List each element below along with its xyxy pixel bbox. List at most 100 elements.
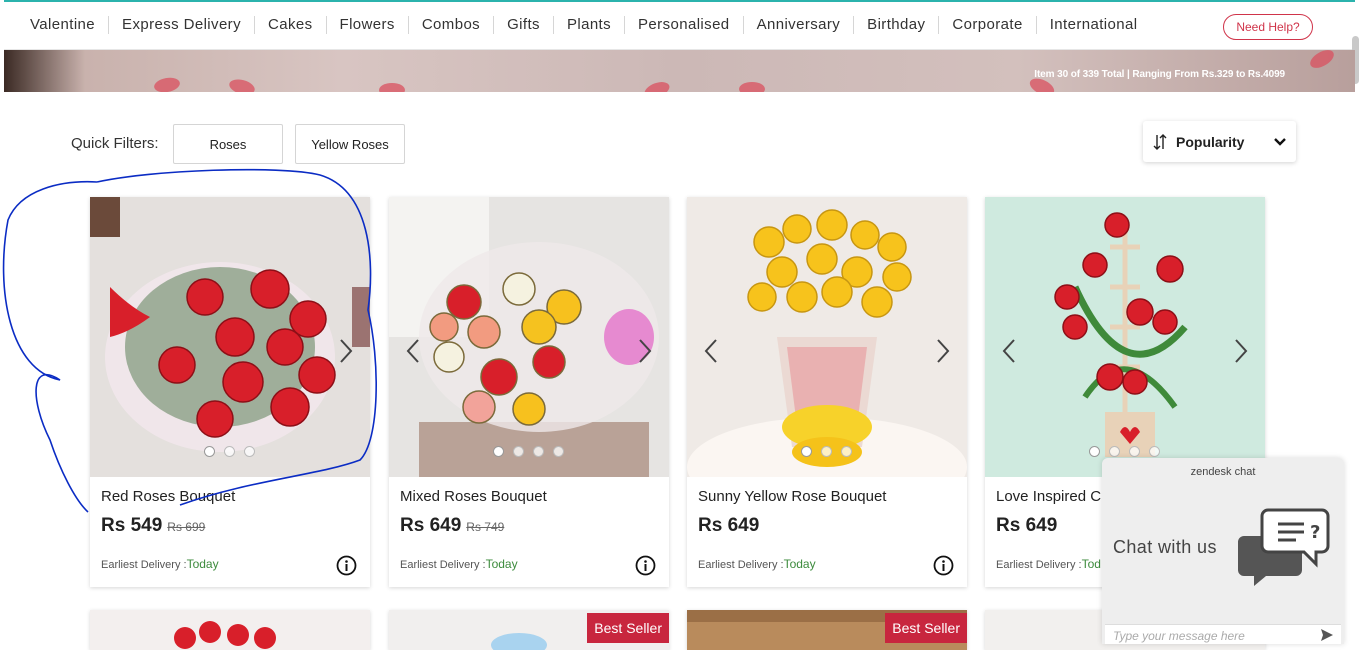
nav-item-express-delivery[interactable]: Express Delivery: [109, 16, 255, 34]
chat-bubble-icon: ?: [1238, 508, 1330, 586]
product-image[interactable]: [90, 610, 370, 650]
carousel-dot[interactable]: [1129, 446, 1140, 457]
rose-petal-decoration: [227, 76, 257, 92]
earliest-delivery: Earliest Delivery :Tod: [996, 557, 1101, 571]
earliest-delivery: Earliest Delivery :Today: [101, 557, 219, 571]
nav-item-international[interactable]: International: [1037, 16, 1151, 34]
best-seller-badge: Best Seller: [587, 613, 669, 643]
nav-item-anniversary[interactable]: Anniversary: [744, 16, 855, 34]
info-icon[interactable]: [933, 555, 954, 576]
nav-item-birthday[interactable]: Birthday: [854, 16, 940, 34]
nav-item-gifts[interactable]: Gifts: [494, 16, 554, 34]
product-price: Rs 649: [996, 515, 1057, 537]
sort-arrows-icon: [1153, 134, 1167, 150]
carousel-dot[interactable]: [1089, 446, 1100, 457]
carousel-dot[interactable]: [204, 446, 215, 457]
rose-petal-decoration: [1307, 50, 1337, 72]
product-price: Rs 649: [698, 515, 759, 537]
current-price: Rs 549: [101, 515, 163, 536]
carousel-dot[interactable]: [513, 446, 524, 457]
nav-item-valentine[interactable]: Valentine: [18, 16, 110, 34]
chevron-right-icon[interactable]: [635, 337, 655, 365]
chevron-left-icon[interactable]: [403, 337, 423, 365]
nav-item-flowers[interactable]: Flowers: [327, 16, 409, 34]
chat-widget[interactable]: zendesk chat Chat with us ? Type your me…: [1102, 458, 1344, 644]
carousel-dot[interactable]: [224, 446, 235, 457]
old-price: Rs 749: [466, 520, 505, 534]
product-card[interactable]: Red Roses Bouquet Rs 549 Rs 699 Earliest …: [90, 197, 370, 587]
info-icon[interactable]: [635, 555, 656, 576]
sort-selected-label: Popularity: [1176, 134, 1245, 150]
chat-title: Chat with us: [1113, 537, 1217, 557]
chevron-right-icon[interactable]: [336, 337, 356, 365]
current-price: Rs 649: [400, 515, 462, 536]
rose-petal-decoration: [152, 75, 182, 92]
carousel-dots: [204, 446, 255, 457]
chevron-right-icon[interactable]: [933, 337, 953, 365]
nav-item-cakes[interactable]: Cakes: [255, 16, 327, 34]
delivery-value: Tod: [1081, 557, 1101, 571]
chevron-left-icon[interactable]: [701, 337, 721, 365]
delivery-value: Today: [485, 557, 518, 571]
old-price: Rs 699: [167, 520, 206, 534]
delivery-label: Earliest Delivery :: [400, 559, 486, 571]
product-image[interactable]: [985, 197, 1265, 477]
product-card[interactable]: [90, 610, 370, 650]
rose-petal-decoration: [642, 78, 672, 92]
chevron-down-icon: [1274, 138, 1286, 146]
product-name[interactable]: Sunny Yellow Rose Bouquet: [698, 488, 886, 505]
quick-filter-yellow-roses[interactable]: Yellow Roses: [295, 124, 405, 164]
quick-filters-label: Quick Filters:: [71, 135, 159, 152]
product-card[interactable]: Mixed Roses Bouquet Rs 649 Rs 749 Earlies…: [389, 197, 669, 587]
need-help-button[interactable]: Need Help?: [1223, 14, 1313, 40]
product-image[interactable]: [687, 197, 967, 477]
current-price: Rs 649: [996, 515, 1058, 536]
nav-item-corporate[interactable]: Corporate: [939, 16, 1037, 34]
chat-message-input[interactable]: Type your message here: [1105, 624, 1341, 644]
best-seller-badge: Best Seller: [885, 613, 967, 643]
category-nav: Valentine Express Delivery Cakes Flowers…: [18, 16, 1150, 34]
carousel-dot[interactable]: [801, 446, 812, 457]
nav-item-combos[interactable]: Combos: [409, 16, 495, 34]
chevron-left-icon[interactable]: [999, 337, 1019, 365]
rose-petal-decoration: [379, 83, 405, 92]
product-card[interactable]: Sunny Yellow Rose Bouquet Rs 649 Earlies…: [687, 197, 967, 587]
carousel-dot[interactable]: [553, 446, 564, 457]
carousel-dots: [493, 446, 564, 457]
product-image[interactable]: [90, 197, 370, 477]
carousel-dot[interactable]: [821, 446, 832, 457]
carousel-dots: [1089, 446, 1160, 457]
quick-filter-roses[interactable]: Roses: [173, 124, 283, 164]
carousel-dot[interactable]: [1109, 446, 1120, 457]
delivery-label: Earliest Delivery :: [698, 559, 784, 571]
product-price: Rs 649 Rs 749: [400, 515, 504, 537]
product-name[interactable]: Love Inspired C: [996, 488, 1101, 505]
delivery-label: Earliest Delivery :: [996, 559, 1082, 571]
sort-dropdown[interactable]: Popularity: [1143, 121, 1296, 162]
earliest-delivery: Earliest Delivery :Today: [698, 557, 816, 571]
current-price: Rs 649: [698, 515, 760, 536]
nav-item-personalised[interactable]: Personalised: [625, 16, 744, 34]
chevron-right-icon[interactable]: [1231, 337, 1251, 365]
product-name[interactable]: Mixed Roses Bouquet: [400, 488, 547, 505]
product-image[interactable]: [389, 197, 669, 477]
product-name[interactable]: Red Roses Bouquet: [101, 488, 235, 505]
carousel-dot[interactable]: [533, 446, 544, 457]
delivery-label: Earliest Delivery :: [101, 559, 187, 571]
category-banner: Item 30 of 339 Total | Ranging From Rs.3…: [4, 50, 1355, 92]
product-price: Rs 549 Rs 699: [101, 515, 205, 537]
product-card[interactable]: Best Seller: [389, 610, 669, 650]
send-icon[interactable]: [1320, 628, 1334, 642]
earliest-delivery: Earliest Delivery :Today: [400, 557, 518, 571]
carousel-dot[interactable]: [841, 446, 852, 457]
delivery-value: Today: [783, 557, 816, 571]
carousel-dot[interactable]: [493, 446, 504, 457]
info-icon[interactable]: [336, 555, 357, 576]
nav-item-plants[interactable]: Plants: [554, 16, 626, 34]
carousel-dots: [801, 446, 852, 457]
carousel-dot[interactable]: [244, 446, 255, 457]
product-card[interactable]: Best Seller: [687, 610, 967, 650]
rose-petal-decoration: [739, 82, 765, 92]
carousel-dot[interactable]: [1149, 446, 1160, 457]
top-navigation-bar: Valentine Express Delivery Cakes Flowers…: [4, 0, 1355, 50]
